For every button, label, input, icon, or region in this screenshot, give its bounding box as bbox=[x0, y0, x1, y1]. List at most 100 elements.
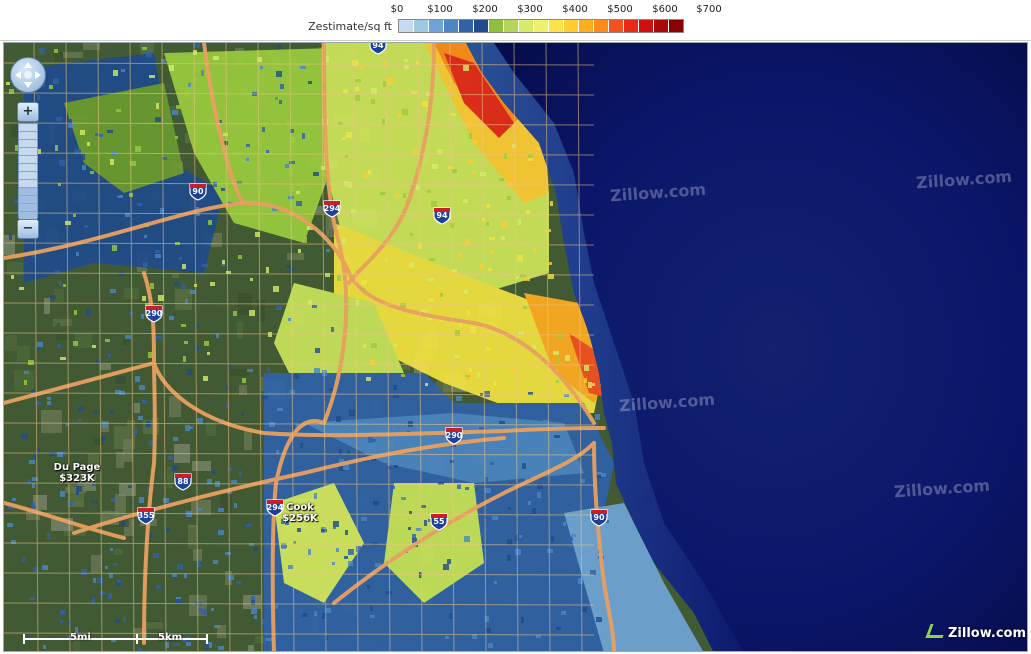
zoom-slider-notch[interactable] bbox=[19, 196, 37, 204]
map-canvas[interactable] bbox=[4, 43, 1028, 652]
land-texture-patch bbox=[5, 335, 17, 351]
heat-pixel bbox=[76, 486, 82, 492]
heat-pixel bbox=[179, 257, 182, 260]
heat-pixel bbox=[105, 339, 110, 342]
heat-pixel bbox=[133, 429, 137, 435]
heat-pixel bbox=[60, 610, 65, 615]
heat-map[interactable]: Zillow.com Zillow.com Zillow.com Zillow.… bbox=[3, 42, 1028, 652]
heat-pixel bbox=[166, 527, 170, 531]
zoom-slider-notch[interactable] bbox=[19, 180, 37, 188]
heat-pixel bbox=[464, 536, 470, 542]
zoom-slider-notch[interactable] bbox=[19, 156, 37, 164]
heat-pixel bbox=[194, 44, 200, 48]
zoom-slider-notch[interactable] bbox=[19, 164, 37, 172]
heat-pixel bbox=[517, 255, 523, 261]
heat-pixel bbox=[250, 278, 253, 281]
heat-pixel bbox=[421, 505, 426, 508]
heat-pixel bbox=[87, 142, 90, 146]
heat-pixel bbox=[234, 503, 237, 508]
legend-swatch bbox=[654, 20, 669, 32]
heat-pixel bbox=[228, 575, 234, 580]
heat-pixel bbox=[238, 255, 242, 259]
heat-pixel bbox=[347, 451, 350, 454]
zoom-slider-notch[interactable] bbox=[19, 124, 37, 132]
heat-pixel bbox=[269, 422, 275, 427]
zoom-slider[interactable] bbox=[18, 123, 38, 228]
interstate-290-shield: 290 bbox=[444, 425, 464, 445]
heat-pixel bbox=[169, 65, 174, 71]
heat-pixel bbox=[551, 536, 554, 542]
pan-control[interactable] bbox=[10, 57, 46, 93]
heat-pixel bbox=[9, 234, 12, 240]
heat-pixel bbox=[122, 520, 125, 526]
county-label-cook[interactable]: Cook $256K bbox=[270, 502, 330, 524]
heat-pixel bbox=[468, 647, 472, 651]
heat-pixel bbox=[233, 311, 237, 316]
heat-pixel bbox=[545, 229, 551, 232]
zoom-slider-notch[interactable] bbox=[19, 204, 37, 212]
heat-pixel bbox=[373, 501, 379, 506]
zoom-in-button[interactable]: + bbox=[17, 102, 39, 122]
heat-pixel bbox=[101, 436, 106, 441]
heat-pixel bbox=[6, 82, 10, 85]
heat-pixel bbox=[467, 310, 470, 316]
heat-pixel bbox=[360, 66, 363, 70]
heat-pixel bbox=[463, 199, 468, 203]
heat-pixel bbox=[536, 506, 539, 512]
heat-pixel bbox=[317, 396, 320, 400]
zoom-slider-notch[interactable] bbox=[19, 172, 37, 180]
heat-pixel bbox=[55, 145, 58, 151]
zoom-slider-notch[interactable] bbox=[19, 132, 37, 140]
heat-pixel bbox=[443, 307, 449, 310]
legend-swatch bbox=[549, 20, 564, 32]
zillow-logo[interactable]: Zillow.com bbox=[925, 624, 1026, 641]
heat-pixel bbox=[97, 578, 103, 583]
heat-pixel bbox=[312, 305, 317, 308]
heat-pixel bbox=[442, 479, 447, 482]
heat-pixel bbox=[90, 171, 94, 174]
heat-pixel bbox=[276, 71, 282, 77]
heat-pixel bbox=[515, 549, 521, 555]
heat-pixel bbox=[37, 95, 40, 100]
heat-pixel bbox=[524, 277, 530, 281]
heat-pixel bbox=[469, 368, 472, 372]
heat-pixel bbox=[393, 385, 397, 390]
heat-pixel bbox=[468, 160, 473, 164]
interstate-90-shield: 90 bbox=[589, 507, 609, 527]
heat-pixel bbox=[92, 598, 95, 603]
heat-pixel bbox=[424, 520, 427, 526]
heat-pixel bbox=[31, 389, 35, 393]
county-label-du-page[interactable]: Du Page $323K bbox=[44, 462, 110, 484]
land-texture-patch bbox=[123, 439, 133, 462]
heat-pixel bbox=[180, 100, 183, 103]
heat-pixel bbox=[59, 160, 65, 166]
heat-pixel bbox=[173, 313, 176, 316]
heat-pixel bbox=[105, 566, 108, 569]
heat-pixel bbox=[537, 492, 541, 498]
heat-pixel bbox=[253, 547, 258, 551]
heat-pixel bbox=[254, 615, 257, 619]
heat-pixel bbox=[288, 318, 291, 321]
heat-pixel bbox=[292, 186, 295, 191]
heat-pixel bbox=[556, 627, 561, 630]
heat-pixel bbox=[286, 265, 290, 268]
heat-pixel bbox=[184, 574, 187, 578]
zoom-slider-notch[interactable] bbox=[19, 148, 37, 156]
interstate-290-shield: 290 bbox=[144, 303, 164, 323]
heat-pixel bbox=[592, 383, 595, 386]
heat-pixel bbox=[457, 253, 462, 257]
heat-pixel bbox=[213, 56, 219, 60]
heat-pixel bbox=[484, 391, 490, 397]
heat-pixel bbox=[306, 626, 309, 630]
heat-pixel bbox=[24, 380, 27, 385]
zoom-slider-notch[interactable] bbox=[19, 188, 37, 196]
zoom-slider-notch[interactable] bbox=[19, 140, 37, 148]
heat-pixel bbox=[401, 374, 405, 377]
heat-pixel bbox=[275, 97, 278, 100]
heat-pixel bbox=[590, 570, 596, 575]
heat-pixel bbox=[596, 617, 602, 622]
heat-pixel bbox=[201, 70, 204, 76]
zoom-out-button[interactable]: − bbox=[17, 219, 39, 239]
heat-pixel bbox=[119, 377, 122, 382]
heat-pixel bbox=[223, 133, 228, 136]
